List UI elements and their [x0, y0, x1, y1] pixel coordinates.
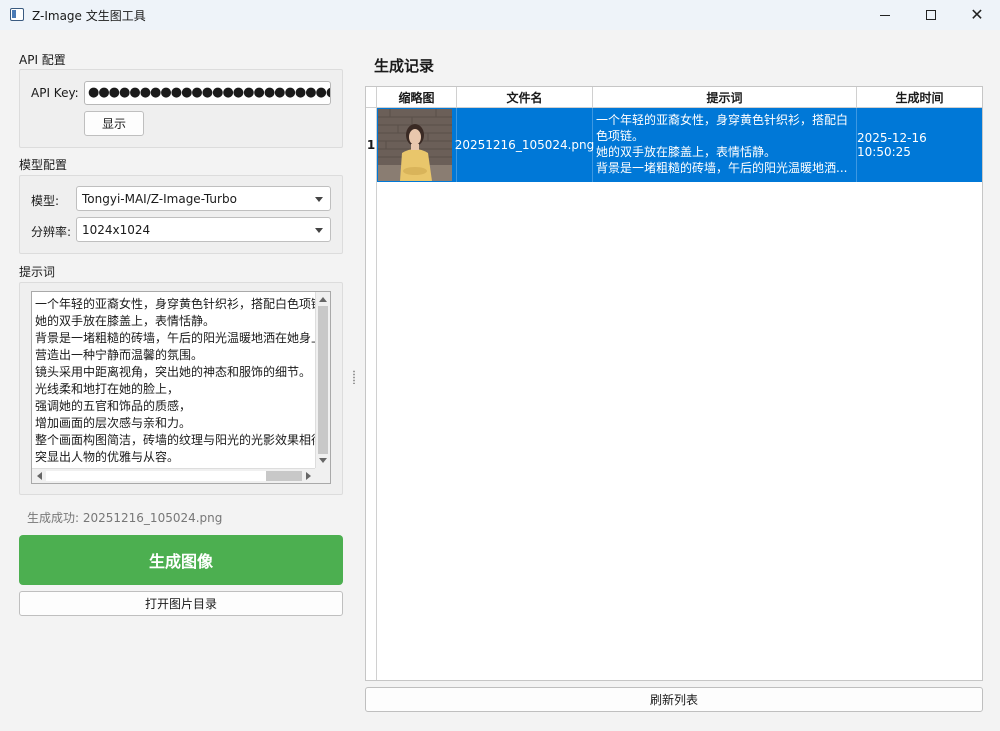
row-header[interactable]: 1	[366, 108, 377, 182]
prompt-textarea[interactable]: 一个年轻的亚裔女性，身穿黄色针织衫，搭配白色项链。 她的双手放在膝盖上，表情恬静…	[31, 291, 331, 484]
api-section-label: API 配置	[19, 53, 66, 67]
scroll-track	[46, 471, 266, 481]
api-key-input[interactable]: ●●●●●●●●●●●●●●●●●●●●●●●●●●●●●●●	[84, 81, 331, 105]
prompt-cell-line: 色项链。	[596, 129, 645, 143]
model-select[interactable]: Tongyi-MAI/Z-Image-Turbo	[76, 186, 331, 211]
scroll-down-icon[interactable]	[319, 458, 327, 463]
horizontal-scrollbar[interactable]	[32, 468, 316, 483]
resolution-select-value: 1024x1024	[82, 223, 151, 237]
minimize-icon	[880, 14, 890, 16]
api-key-label: API Key:	[31, 86, 79, 100]
column-header-prompt[interactable]: 提示词	[593, 87, 857, 108]
filename-cell: 20251216_105024.png	[455, 108, 594, 182]
maximize-button[interactable]	[908, 0, 954, 30]
history-title: 生成记录	[374, 57, 435, 75]
model-select-value: Tongyi-MAI/Z-Image-Turbo	[82, 192, 237, 206]
prompt-line: 增加画面的层次感与亲和力。	[35, 416, 192, 430]
scroll-right-icon[interactable]	[306, 472, 311, 480]
prompt-line: 营造出一种宁静而温馨的氛围。	[35, 348, 204, 362]
chevron-down-icon	[315, 228, 323, 233]
table-corner[interactable]	[366, 87, 377, 108]
column-header-time[interactable]: 生成时间	[857, 87, 982, 108]
history-table: 缩略图 文件名 提示词 生成时间 1 20251216_105024.png 一…	[365, 86, 983, 681]
splitter-handle[interactable]	[353, 370, 355, 384]
column-header-filename[interactable]: 文件名	[457, 87, 593, 108]
resolution-select[interactable]: 1024x1024	[76, 217, 331, 242]
open-folder-button[interactable]: 打开图片目录	[19, 591, 343, 616]
prompt-cell: 一个年轻的亚裔女性，身穿黄色针织衫，搭配白 色项链。 她的双手放在膝盖上，表情恬…	[593, 108, 857, 182]
prompt-line: 突显出人物的优雅与从容。	[35, 450, 180, 464]
model-section-label: 模型配置	[19, 158, 68, 172]
scroll-thumb[interactable]	[266, 471, 302, 481]
scroll-up-icon[interactable]	[319, 297, 327, 302]
prompt-section-label: 提示词	[19, 265, 56, 279]
scroll-corner	[315, 468, 330, 483]
thumbnail-image	[378, 109, 452, 181]
prompt-line: 她的双手放在膝盖上，表情恬静。	[35, 314, 216, 328]
prompt-line: 一个年轻的亚裔女性，身穿黄色针织衫，搭配白色项链。	[35, 297, 316, 311]
prompt-cell-line: 一个年轻的亚裔女性，身穿黄色针织衫，搭配白	[596, 113, 849, 127]
resolution-label: 分辨率:	[31, 225, 72, 239]
close-icon: ✕	[970, 5, 984, 24]
status-text: 生成成功: 20251216_105024.png	[27, 511, 223, 525]
chevron-down-icon	[315, 197, 323, 202]
row-header-area	[366, 182, 377, 680]
thumbnail-cell	[377, 108, 457, 182]
maximize-icon	[926, 10, 936, 20]
time-cell: 2025-12-16 10:50:25	[857, 131, 927, 159]
refresh-list-button[interactable]: 刷新列表	[365, 687, 983, 712]
prompt-line: 背景是一堵粗糙的砖墙，午后的阳光温暖地洒在她身上，	[35, 331, 316, 345]
title-bar: Z-Image 文生图工具 ✕	[0, 0, 1000, 30]
app-icon	[10, 8, 24, 21]
scroll-left-icon[interactable]	[37, 472, 42, 480]
column-header-thumbnail[interactable]: 缩略图	[377, 87, 457, 108]
prompt-cell-line: 背景是一堵粗糙的砖墙，午后的阳光温暖地洒...	[596, 161, 848, 175]
close-button[interactable]: ✕	[954, 0, 1000, 30]
prompt-cell-line: 她的双手放在膝盖上，表情恬静。	[596, 145, 777, 159]
prompt-line: 整个画面构图简洁，砖墙的纹理与阳光的光影效果相得益彰，	[35, 433, 316, 447]
vertical-scrollbar[interactable]	[315, 292, 330, 468]
generate-button[interactable]: 生成图像	[19, 535, 343, 585]
minimize-button[interactable]	[862, 0, 908, 30]
table-row[interactable]: 20251216_105024.png 一个年轻的亚裔女性，身穿黄色针织衫，搭配…	[377, 108, 982, 182]
window-title: Z-Image 文生图工具	[32, 9, 146, 23]
prompt-line: 镜头采用中距离视角，突出她的神态和服饰的细节。	[35, 365, 312, 379]
scroll-thumb[interactable]	[318, 306, 328, 454]
prompt-text: 一个年轻的亚裔女性，身穿黄色针织衫，搭配白色项链。 她的双手放在膝盖上，表情恬静…	[32, 292, 316, 468]
show-key-button[interactable]: 显示	[84, 111, 144, 136]
prompt-line: 强调她的五官和饰品的质感，	[35, 399, 192, 413]
model-label: 模型:	[31, 194, 60, 208]
prompt-line: 光线柔和地打在她的脸上，	[35, 382, 180, 396]
